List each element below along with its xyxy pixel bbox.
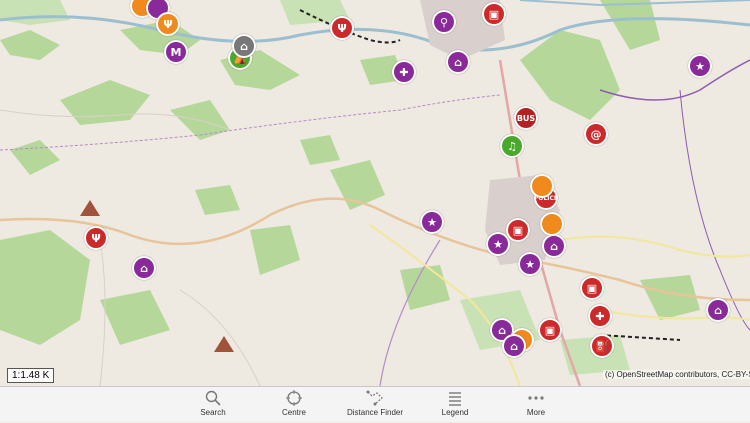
map-base-layer: [0, 0, 750, 386]
crosshair-icon: [286, 390, 302, 406]
restaurant-poi-3[interactable]: Ψ: [84, 226, 108, 250]
fuel-poi[interactable]: ⛽: [590, 334, 614, 358]
search-label: Search: [200, 408, 226, 417]
map-scale: 1:1.48 K: [7, 368, 55, 383]
map-view[interactable]: Ψ M ⛺ ⌂ Ψ ✚ ⌂ ⚲ ▣ ★ BUS @ ♫ POLICE ★ ★ ★…: [0, 0, 750, 386]
church-poi-1[interactable]: ⌂: [132, 256, 156, 280]
tower-marker-2[interactable]: [214, 336, 234, 352]
star-poi-1[interactable]: ★: [420, 210, 444, 234]
bus-poi[interactable]: BUS: [514, 106, 538, 130]
poi-town-2[interactable]: ▣: [506, 218, 530, 242]
list-icon: [449, 392, 461, 406]
more-label: More: [526, 408, 546, 417]
distance-finder-label: Distance Finder: [346, 408, 404, 417]
email-poi[interactable]: @: [584, 122, 608, 146]
poi-top-3[interactable]: ▣: [482, 2, 506, 26]
restaurant-poi-2[interactable]: Ψ: [330, 16, 354, 40]
church-poi-5[interactable]: ⌂: [502, 334, 526, 358]
caravan-poi[interactable]: ⌂: [232, 34, 256, 58]
tower-marker-1[interactable]: [80, 200, 100, 216]
poi-town-4[interactable]: ▣: [580, 276, 604, 300]
search-icon: [205, 390, 221, 406]
star-poi-3[interactable]: ★: [688, 54, 712, 78]
star-poi-4[interactable]: ★: [518, 252, 542, 276]
more-icon: [528, 396, 544, 400]
metro-poi[interactable]: M: [164, 40, 188, 64]
centre-button[interactable]: Centre: [249, 387, 339, 423]
church-poi-4[interactable]: ⌂: [706, 298, 730, 322]
music-poi[interactable]: ♫: [500, 134, 524, 158]
distance-finder-button[interactable]: Distance Finder: [330, 387, 420, 423]
legend-button[interactable]: Legend: [410, 387, 500, 423]
poi-town-5[interactable]: ✚: [588, 304, 612, 328]
search-button[interactable]: Search: [168, 387, 258, 423]
pharmacy-poi[interactable]: ✚: [392, 60, 416, 84]
map-attribution[interactable]: (c) OpenStreetMap contributors, CC-BY-SA: [603, 370, 750, 379]
bike-poi[interactable]: ⚲: [432, 10, 456, 34]
poi-town-7[interactable]: ▣: [538, 318, 562, 342]
poi-town-1[interactable]: [530, 174, 554, 198]
legend-label: Legend: [441, 408, 469, 417]
church-poi-2[interactable]: ⌂: [542, 234, 566, 258]
route-icon: [366, 390, 383, 406]
church-poi-top[interactable]: ⌂: [446, 50, 470, 74]
centre-label: Centre: [281, 408, 306, 417]
restaurant-poi-1[interactable]: Ψ: [156, 12, 180, 36]
more-button[interactable]: More: [491, 387, 581, 423]
poi-town-3[interactable]: [540, 212, 564, 236]
bottom-toolbar: Search Centre Distance Finder Legend Mor…: [0, 386, 750, 422]
